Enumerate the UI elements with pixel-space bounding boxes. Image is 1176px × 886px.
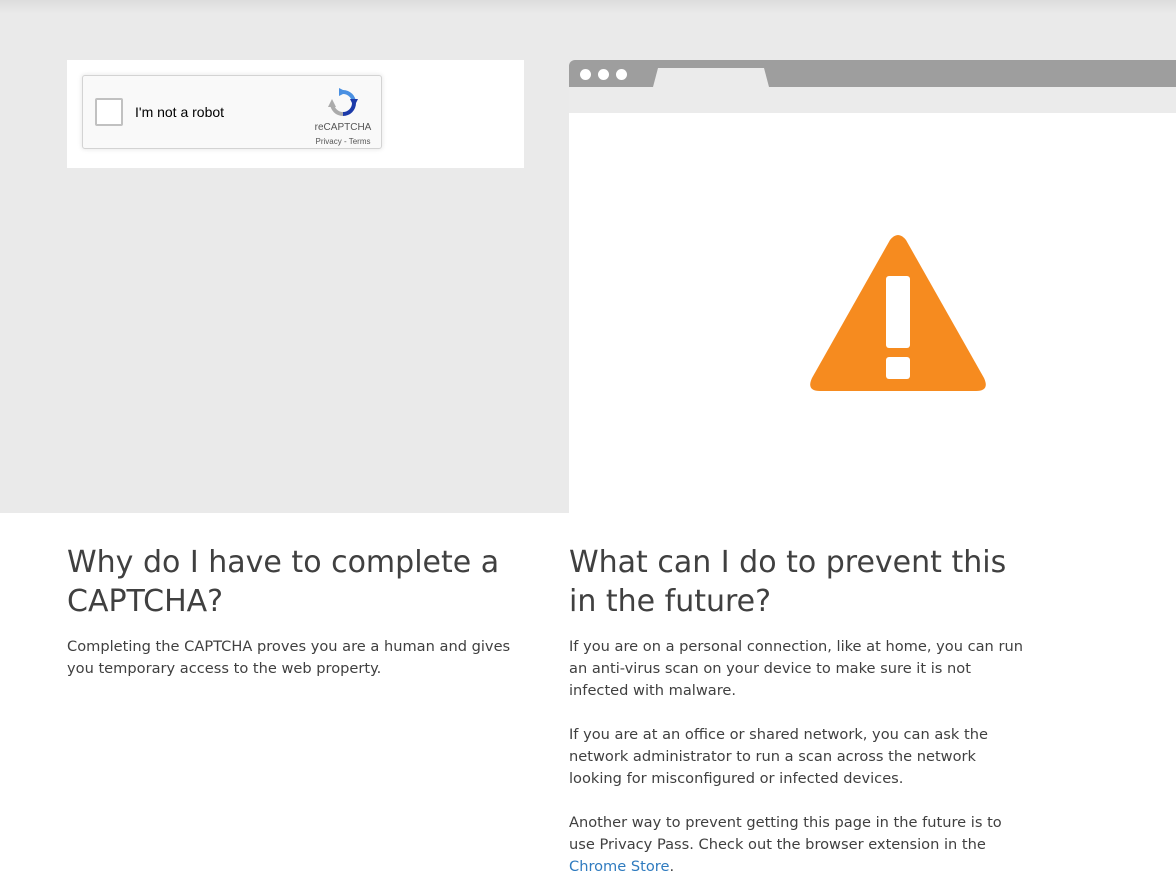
prevent-paragraph-3-end: .: [669, 858, 675, 875]
top-shadow: [0, 0, 1176, 14]
recaptcha-checkbox-label[interactable]: I'm not a robot: [135, 104, 224, 120]
recaptcha-links-separator: -: [341, 137, 349, 146]
prevent-paragraph-3: Another way to prevent getting this page…: [569, 812, 1024, 878]
top-band: I'm not a robot reCAPTCHA Privacy - Term…: [0, 0, 1176, 513]
prevent-paragraph-3-text: Another way to prevent getting this page…: [569, 814, 1002, 853]
prevent-paragraph-2: If you are at an office or shared networ…: [569, 726, 988, 787]
why-body: Completing the CAPTCHA proves you are a …: [67, 638, 511, 677]
recaptcha-links: Privacy - Terms: [305, 137, 381, 146]
prevent-heading: What can I do to prevent this in the fut…: [569, 545, 1007, 619]
chrome-store-link[interactable]: Chrome Store: [569, 858, 669, 875]
browser-dot-icon: [616, 69, 627, 80]
browser-dot-icon: [598, 69, 609, 80]
browser-titlebar: [569, 60, 1176, 87]
browser-toolbar: [569, 87, 1176, 113]
recaptcha-checkbox[interactable]: [95, 98, 123, 126]
why-section: Why do I have to complete a CAPTCHA? Com…: [67, 543, 522, 680]
captcha-card: I'm not a robot reCAPTCHA Privacy - Term…: [67, 60, 524, 168]
prevent-paragraph-1: If you are on a personal connection, lik…: [569, 638, 1023, 699]
browser-tab: [653, 68, 769, 87]
recaptcha-logo-icon: [328, 88, 358, 116]
recaptcha-privacy-link[interactable]: Privacy: [316, 137, 342, 146]
why-heading: Why do I have to complete a CAPTCHA?: [67, 545, 500, 619]
browser-content: [569, 113, 1176, 513]
warning-triangle-icon: [810, 235, 986, 391]
browser-illustration: [569, 60, 1176, 513]
recaptcha-widget: I'm not a robot reCAPTCHA Privacy - Term…: [82, 75, 382, 149]
recaptcha-terms-link[interactable]: Terms: [349, 137, 371, 146]
prevent-section: What can I do to prevent this in the fut…: [569, 543, 1024, 878]
recaptcha-brand: reCAPTCHA: [314, 122, 372, 133]
browser-dot-icon: [580, 69, 591, 80]
